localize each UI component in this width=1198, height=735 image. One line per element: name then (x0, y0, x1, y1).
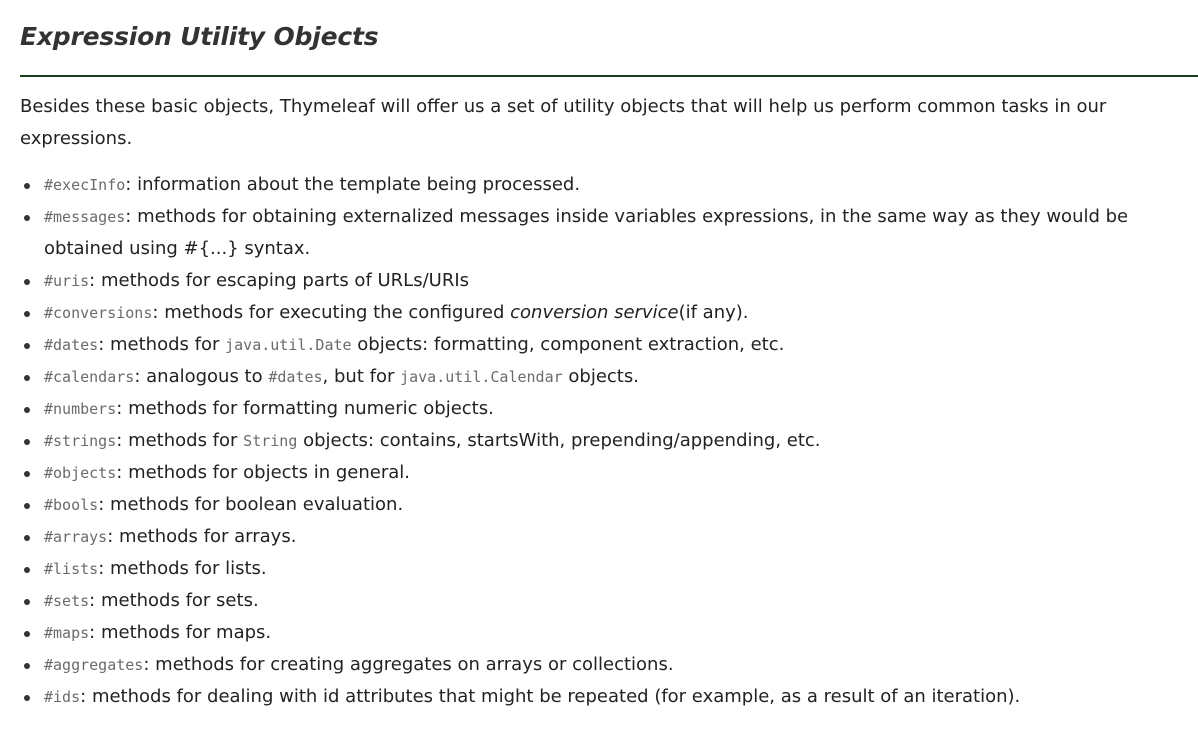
utility-object-description-before: methods for (110, 334, 220, 355)
utility-object-name: #sets (44, 592, 90, 610)
list-item: #lists: methods for lists. (20, 553, 1178, 585)
list-item: #ids: methods for dealing with id attrib… (20, 681, 1178, 713)
inline-code: #dates (268, 368, 323, 386)
list-item: #messages: methods for obtaining externa… (20, 201, 1178, 265)
utility-object-name: #calendars (44, 368, 135, 386)
list-item: #dates: methods for java.util.Date objec… (20, 329, 1178, 361)
list-item: #numbers: methods for formatting numeric… (20, 393, 1178, 425)
utility-object-description: methods for sets. (100, 590, 259, 611)
separator: : (143, 654, 150, 675)
list-item: #aggregates: methods for creating aggreg… (20, 649, 1178, 681)
utility-object-description-before: methods for executing the configured (164, 302, 505, 323)
utility-object-description-before: methods for (128, 430, 238, 451)
documentation-page: Expression Utility Objects Besides these… (0, 0, 1198, 713)
separator: : (89, 622, 96, 643)
utility-object-description: methods for escaping parts of URLs/URIs (100, 270, 470, 291)
list-item: #uris: methods for escaping parts of URL… (20, 265, 1178, 297)
list-item: #execInfo: information about the templat… (20, 169, 1178, 201)
intro-paragraph: Besides these basic objects, Thymeleaf w… (20, 96, 1107, 149)
utility-object-description: methods for maps. (100, 622, 272, 643)
list-item: #maps: methods for maps. (20, 617, 1178, 649)
utility-object-description: methods for dealing with id attributes t… (91, 686, 1021, 707)
utility-object-description-after: objects. (568, 366, 639, 387)
utility-object-name: #strings (44, 432, 117, 450)
separator: : (125, 174, 132, 195)
inline-code: java.util.Date (225, 336, 352, 354)
utility-object-name: #execInfo (44, 176, 126, 194)
utility-object-description-after: (if any). (678, 302, 749, 323)
utility-object-description: information about the template being pro… (137, 174, 581, 195)
separator: : (116, 430, 123, 451)
utility-object-description: methods for obtaining externalized messa… (44, 206, 1129, 259)
utility-object-name: #messages (44, 208, 126, 226)
list-item: #strings: methods for String objects: co… (20, 425, 1178, 457)
separator: : (116, 398, 123, 419)
utility-object-description-middle: , but for (322, 366, 395, 387)
utility-object-description: methods for creating aggregates on array… (155, 654, 674, 675)
separator: : (125, 206, 132, 227)
utility-object-name: #uris (44, 272, 90, 290)
separator: : (98, 558, 105, 579)
utility-object-name: #maps (44, 624, 90, 642)
utility-object-description-after: objects: contains, startsWith, prependin… (303, 430, 821, 451)
page-title: Expression Utility Objects (20, 22, 379, 51)
utility-object-description: methods for formatting numeric objects. (128, 398, 494, 419)
separator: : (134, 366, 141, 387)
utility-object-name: #arrays (44, 528, 108, 546)
separator: : (98, 334, 105, 355)
list-item: #objects: methods for objects in general… (20, 457, 1178, 489)
utility-object-name: #lists (44, 560, 99, 578)
utility-object-name: #aggregates (44, 656, 144, 674)
separator: : (89, 590, 96, 611)
list-item: #arrays: methods for arrays. (20, 521, 1178, 553)
inline-code: String (243, 432, 298, 450)
separator: : (89, 270, 96, 291)
inline-code-secondary: java.util.Calendar (400, 368, 563, 386)
utility-object-description: methods for objects in general. (128, 462, 410, 483)
utility-object-name: #ids (44, 688, 81, 706)
utility-object-emphasis: conversion service (510, 302, 679, 323)
utility-object-description: methods for arrays. (119, 526, 297, 547)
utility-object-name: #bools (44, 496, 99, 514)
separator: : (80, 686, 87, 707)
list-item: #bools: methods for boolean evaluation. (20, 489, 1178, 521)
separator: : (98, 494, 105, 515)
list-item: #sets: methods for sets. (20, 585, 1178, 617)
utility-object-description-after: objects: formatting, component extractio… (357, 334, 785, 355)
separator: : (116, 462, 123, 483)
separator: : (152, 302, 159, 323)
utility-object-description: methods for lists. (110, 558, 267, 579)
list-item: #calendars: analogous to #dates, but for… (20, 361, 1178, 393)
utility-object-description: methods for boolean evaluation. (110, 494, 404, 515)
list-item: #conversions: methods for executing the … (20, 297, 1178, 329)
utility-objects-list: #execInfo: information about the templat… (20, 155, 1178, 713)
utility-object-name: #numbers (44, 400, 117, 418)
utility-object-name: #conversions (44, 304, 153, 322)
utility-object-description-before: analogous to (146, 366, 263, 387)
utility-object-name: #dates (44, 336, 99, 354)
separator: : (107, 526, 114, 547)
utility-object-name: #objects (44, 464, 117, 482)
